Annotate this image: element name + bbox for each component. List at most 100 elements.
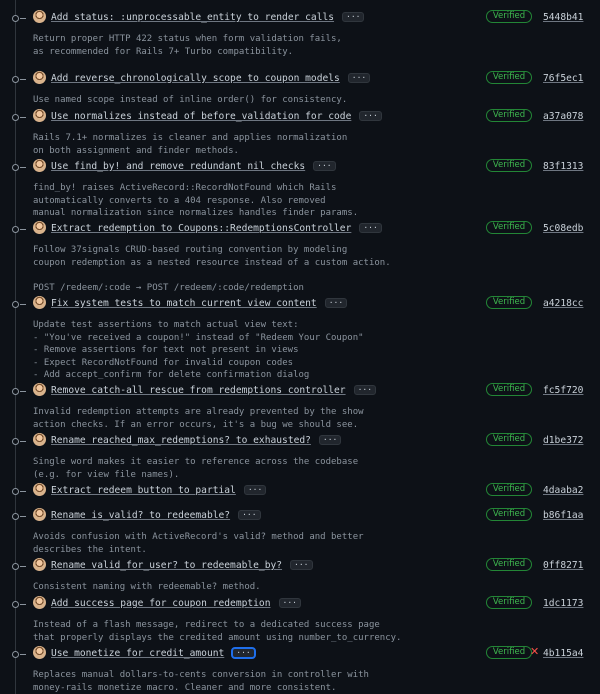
commit-title[interactable]: Add status: :unprocessable_entity to ren…: [51, 12, 334, 23]
expand-description-button[interactable]: ···: [243, 485, 267, 495]
commit-sha-link[interactable]: d1be372: [543, 435, 583, 446]
commit-title-link[interactable]: Extract redemption to Coupons::Redemptio…: [51, 223, 382, 234]
commit-sha-link[interactable]: 5c08edb: [543, 223, 583, 234]
avatar[interactable]: [33, 71, 46, 84]
commit-description: Update test assertions to match actual v…: [33, 320, 364, 380]
avatar[interactable]: [33, 433, 46, 446]
expand-description-button[interactable]: ···: [290, 560, 313, 570]
expand-description-button[interactable]: ···: [238, 510, 261, 520]
expand-description-button[interactable]: ···: [313, 161, 336, 171]
commit-description: Single word makes it easier to reference…: [33, 457, 359, 480]
commit-description: Follow 37signals CRUD-based routing conv…: [33, 245, 391, 293]
commit-title-link[interactable]: Add reverse_chronologically scope to cou…: [51, 73, 371, 84]
verified-badge[interactable]: Verified: [486, 383, 532, 396]
commit-sha-link[interactable]: 76f5ec1: [543, 73, 583, 84]
commit-description: Rails 7.1+ normalizes is cleaner and app…: [33, 133, 348, 156]
commit-title[interactable]: Rename is_valid? to redeemable?: [51, 510, 230, 521]
commit-node-icon: [10, 486, 26, 497]
expand-description-button[interactable]: ···: [359, 111, 382, 121]
commit-sha-link[interactable]: 5448b41: [543, 12, 583, 23]
expand-description-button[interactable]: ···: [347, 73, 371, 83]
commit-title[interactable]: Rename valid_for_user? to redeemable_by?: [51, 560, 282, 571]
commit-title-link[interactable]: Remove catch-all rescue from redemptions…: [51, 385, 377, 396]
commit-timeline: Add status: :unprocessable_entity to ren…: [0, 0, 600, 694]
verified-badge[interactable]: Verified: [486, 71, 532, 84]
commit-sha-link[interactable]: 1dc1173: [543, 598, 583, 609]
expand-description-button[interactable]: ···: [232, 648, 255, 658]
avatar[interactable]: [33, 109, 46, 122]
commit-sha-link[interactable]: 83f1313: [543, 161, 583, 172]
check-failed-icon[interactable]: ✕: [530, 645, 539, 658]
avatar[interactable]: [33, 296, 46, 309]
commit-title[interactable]: Use normalizes instead of before_validat…: [51, 111, 351, 122]
expand-description-button[interactable]: ···: [278, 598, 301, 608]
verified-badge[interactable]: Verified: [486, 221, 532, 234]
avatar[interactable]: [33, 10, 46, 23]
commit-node-icon: [10, 299, 26, 310]
avatar[interactable]: [33, 159, 46, 172]
avatar[interactable]: [33, 221, 46, 234]
commit-description: Return proper HTTP 422 status when form …: [33, 34, 342, 57]
commit-title-link[interactable]: Fix system tests to match current view c…: [51, 298, 348, 309]
commit-sha-link[interactable]: a4218cc: [543, 298, 583, 309]
expand-description-button[interactable]: ···: [359, 223, 382, 233]
commit-sha-link[interactable]: a37a078: [543, 111, 583, 122]
commit-description: Avoids confusion with ActiveRecord's val…: [33, 532, 364, 555]
expand-description-button[interactable]: ···: [318, 435, 342, 445]
avatar[interactable]: [33, 483, 46, 496]
avatar[interactable]: [33, 558, 46, 571]
commit-node-icon: [10, 112, 26, 123]
expand-description-button[interactable]: ···: [342, 12, 365, 22]
expand-description-button[interactable]: ···: [353, 385, 377, 395]
commit-title-link[interactable]: Extract redeem button to partial ···: [51, 485, 267, 496]
commit-node-icon: [10, 386, 26, 397]
commit-title[interactable]: Extract redeem button to partial: [51, 485, 236, 496]
verified-badge[interactable]: Verified: [486, 596, 532, 609]
commit-node-icon: [10, 649, 26, 660]
verified-badge[interactable]: Verified: [486, 558, 532, 571]
commit-description: Replaces manual dollars-to-cents convers…: [33, 670, 369, 693]
verified-badge[interactable]: Verified: [486, 433, 532, 446]
commit-title-link[interactable]: Add status: :unprocessable_entity to ren…: [51, 12, 365, 23]
commit-node-icon: [10, 561, 26, 572]
commit-title-link[interactable]: Use find_by! and remove redundant nil ch…: [51, 161, 336, 172]
commit-title[interactable]: Fix system tests to match current view c…: [51, 298, 317, 309]
commit-title[interactable]: Add success page for coupon redemption: [51, 598, 271, 609]
commit-description: Consistent naming with redeemable? metho…: [33, 582, 261, 592]
commit-description: Use named scope instead of inline order(…: [33, 95, 348, 105]
commit-title-link[interactable]: Add success page for coupon redemption ··…: [51, 598, 301, 609]
verified-badge[interactable]: Verified: [486, 109, 532, 122]
commit-title-link[interactable]: Use normalizes instead of before_validat…: [51, 111, 382, 122]
verified-badge[interactable]: Verified: [486, 296, 532, 309]
commit-title[interactable]: Add reverse_chronologically scope to cou…: [51, 73, 340, 84]
verified-badge[interactable]: Verified: [486, 10, 532, 23]
commit-sha-link[interactable]: 0ff8271: [543, 560, 583, 571]
commit-node-icon: [10, 511, 26, 522]
commit-title-link[interactable]: Rename valid_for_user? to redeemable_by?…: [51, 560, 313, 571]
commit-title[interactable]: Remove catch-all rescue from redemptions…: [51, 385, 346, 396]
avatar[interactable]: [33, 383, 46, 396]
commit-sha-link[interactable]: b86f1aa: [543, 510, 583, 521]
commit-title[interactable]: Use monetize for credit_amount: [51, 648, 224, 659]
avatar[interactable]: [33, 508, 46, 521]
commit-node-icon: [10, 74, 26, 85]
commit-title-link[interactable]: Use monetize for credit_amount ···: [51, 648, 255, 659]
expand-description-button[interactable]: ···: [324, 298, 348, 308]
commit-title-link[interactable]: Rename is_valid? to redeemable? ···: [51, 510, 261, 521]
commit-node-icon: [10, 224, 26, 235]
commit-sha-link[interactable]: fc5f720: [543, 385, 583, 396]
commit-node-icon: [10, 599, 26, 610]
commit-title[interactable]: Use find_by! and remove redundant nil ch…: [51, 161, 305, 172]
avatar[interactable]: [33, 646, 46, 659]
commit-sha-link[interactable]: 4daaba2: [543, 485, 583, 496]
commit-title-link[interactable]: Rename reached_max_redemptions? to exhau…: [51, 435, 342, 446]
verified-badge[interactable]: Verified: [486, 646, 532, 659]
commit-description: Invalid redemption attempts are already …: [33, 407, 364, 430]
commit-sha-link[interactable]: 4b115a4: [543, 648, 583, 659]
verified-badge[interactable]: Verified: [486, 483, 532, 496]
commit-title[interactable]: Rename reached_max_redemptions? to exhau…: [51, 435, 311, 446]
avatar[interactable]: [33, 596, 46, 609]
verified-badge[interactable]: Verified: [486, 508, 532, 521]
verified-badge[interactable]: Verified: [486, 159, 532, 172]
commit-title[interactable]: Extract redemption to Coupons::Redemptio…: [51, 223, 351, 234]
